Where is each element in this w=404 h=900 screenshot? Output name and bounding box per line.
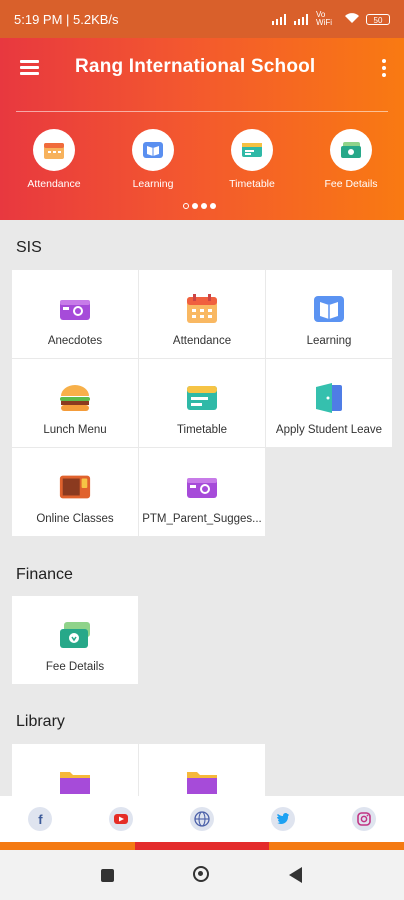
- more-options-icon[interactable]: [382, 59, 386, 77]
- quick-link-timetable[interactable]: Timetable: [212, 129, 292, 190]
- tile-label: PTM_Parent_Sugges...: [142, 513, 262, 525]
- tile-lunch-menu[interactable]: Lunch Menu: [12, 359, 138, 447]
- quick-link-label: Attendance: [27, 178, 81, 190]
- tile-ptm-parent-suggestion[interactable]: PTM_Parent_Sugges...: [139, 448, 265, 536]
- accent-strip: [0, 842, 404, 850]
- app-header: Rang International School Attendance Lea…: [0, 38, 404, 220]
- signal-icon: [294, 13, 310, 25]
- wifi-icon: [344, 12, 360, 27]
- quick-link-learning[interactable]: Learning: [113, 129, 193, 190]
- tile-online-classes[interactable]: Online Classes: [12, 448, 138, 536]
- carousel-indicator: [183, 203, 216, 209]
- tile-fee-details[interactable]: Fee Details: [12, 596, 138, 684]
- social-bar: f: [0, 796, 404, 842]
- globe-icon[interactable]: [189, 807, 214, 831]
- book-icon: [312, 292, 346, 326]
- back-button[interactable]: [289, 867, 302, 883]
- battery-icon: 50: [366, 13, 390, 25]
- camera-icon: [185, 470, 219, 504]
- status-time: 5:19 PM | 5.2KB/s: [14, 11, 119, 27]
- burger-icon: [58, 381, 92, 415]
- app-title: Rang International School: [75, 56, 316, 77]
- status-bar: 5:19 PM | 5.2KB/s Vo WiFi 50: [0, 0, 404, 38]
- volte-label: Vo WiFi: [316, 10, 332, 27]
- home-button[interactable]: [193, 866, 209, 882]
- quick-link-attendance[interactable]: Attendance: [14, 129, 94, 190]
- section-title-finance: Finance: [16, 566, 73, 583]
- header-divider: [16, 111, 388, 112]
- menu-icon[interactable]: [20, 60, 39, 75]
- tile-label: Online Classes: [36, 513, 114, 525]
- facebook-icon[interactable]: f: [28, 807, 53, 831]
- folder-icon: [58, 766, 92, 796]
- tile-label: Lunch Menu: [43, 424, 107, 436]
- money-icon: [330, 129, 372, 171]
- online-class-icon: [58, 470, 92, 504]
- tile-anecdotes[interactable]: Anecdotes: [12, 270, 138, 358]
- quick-link-label: Learning: [132, 178, 174, 190]
- twitter-icon[interactable]: [270, 807, 295, 831]
- folder-icon: [185, 766, 219, 796]
- section-title-library: Library: [16, 713, 65, 730]
- tile-library-2[interactable]: [139, 744, 265, 796]
- quick-link-label: Timetable: [229, 178, 275, 190]
- quick-link-label: Fee Details: [324, 178, 378, 190]
- timetable-icon: [185, 381, 219, 415]
- tile-timetable[interactable]: Timetable: [139, 359, 265, 447]
- timetable-icon: [231, 129, 273, 171]
- tile-label: Timetable: [176, 424, 228, 436]
- tile-learning[interactable]: Learning: [266, 270, 392, 358]
- system-nav-bar: [0, 850, 404, 900]
- tile-label: Apply Student Leave: [275, 424, 383, 436]
- youtube-icon[interactable]: [109, 807, 134, 831]
- recents-button[interactable]: [101, 869, 114, 882]
- door-icon: [312, 381, 346, 415]
- tile-library-1[interactable]: [12, 744, 138, 796]
- calendar-icon: [33, 129, 75, 171]
- status-icons: Vo WiFi 50: [272, 11, 390, 27]
- section-title-sis: SIS: [16, 239, 42, 256]
- tile-label: Attendance: [172, 335, 232, 347]
- tile-label: Learning: [306, 335, 352, 347]
- instagram-icon[interactable]: [351, 807, 376, 831]
- camera-icon: [58, 292, 92, 326]
- signal-icon: [272, 13, 288, 25]
- book-icon: [132, 129, 174, 171]
- tile-apply-student-leave[interactable]: Apply Student Leave: [266, 359, 392, 447]
- tile-label: Fee Details: [45, 661, 105, 673]
- tile-attendance[interactable]: Attendance: [139, 270, 265, 358]
- tile-label: Anecdotes: [47, 335, 103, 347]
- quick-link-fee-details[interactable]: Fee Details: [311, 129, 391, 190]
- calendar-icon: [185, 292, 219, 326]
- money-icon: [58, 618, 92, 652]
